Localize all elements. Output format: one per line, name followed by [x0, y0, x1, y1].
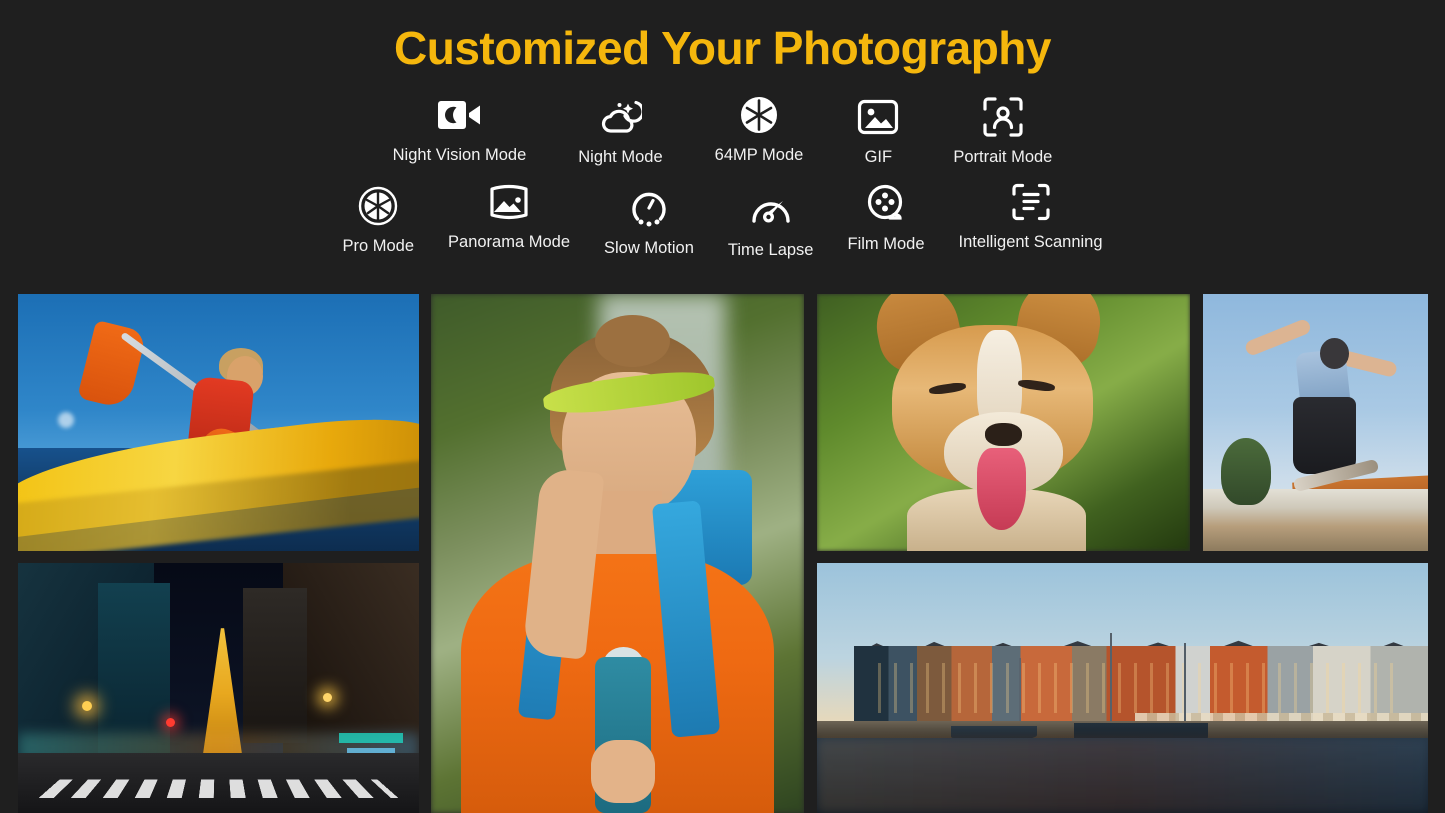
- camera-modes-section: Night Vision Mode Night Mode 64MP Mode G…: [0, 92, 1445, 260]
- mode-label: 64MP Mode: [714, 146, 804, 164]
- image-frame-icon: [855, 94, 901, 140]
- aperture-solid-icon: [736, 92, 782, 138]
- portrait-frame-icon: [980, 94, 1026, 140]
- page-title: Customized Your Photography: [394, 22, 1051, 74]
- photo-layer-mast-3: [1183, 643, 1186, 728]
- mode-label: Film Mode: [847, 235, 925, 253]
- camera-modes-row-2: Pro Mode Panorama Mode Slow Motion Time …: [0, 177, 1445, 260]
- mode-label: Night Mode: [578, 148, 663, 166]
- mode-label: Portrait Mode: [953, 148, 1053, 166]
- film-reel-icon: [863, 181, 909, 227]
- mode-time-lapse[interactable]: Time Lapse: [727, 187, 814, 260]
- photo-layer-crosswalk: [38, 779, 399, 798]
- photo-layer-window-lights: [878, 663, 1404, 713]
- night-mode-icon: [597, 94, 643, 140]
- photo-layer-hand: [591, 740, 655, 803]
- camera-modes-row-1: Night Vision Mode Night Mode 64MP Mode G…: [0, 92, 1445, 167]
- photo-layer-tree: [1221, 437, 1271, 505]
- photo-layer-legs: [1293, 396, 1356, 474]
- photo-layer-tongue: [977, 448, 1026, 531]
- photo-gallery-grid: [18, 294, 1428, 813]
- aperture-outline-icon: [355, 183, 401, 229]
- mode-gif[interactable]: GIF: [855, 94, 901, 167]
- mode-label: Panorama Mode: [448, 233, 571, 251]
- mode-64mp[interactable]: 64MP Mode: [714, 92, 804, 165]
- document-scan-icon: [1008, 179, 1054, 225]
- mode-slow-motion[interactable]: Slow Motion: [604, 185, 694, 258]
- mode-intelligent-scanning[interactable]: Intelligent Scanning: [959, 179, 1103, 252]
- photo-portrait-hiker[interactable]: [431, 294, 804, 813]
- photo-layer-neon-sign-1: [338, 733, 403, 743]
- mode-night[interactable]: Night Mode: [578, 94, 663, 167]
- photo-layer-buildings-left-2: [98, 583, 171, 753]
- mode-label: Time Lapse: [727, 241, 814, 259]
- mode-night-vision[interactable]: Night Vision Mode: [392, 92, 527, 165]
- photo-night-city-street[interactable]: [18, 563, 419, 813]
- photo-layer-mast-2: [1018, 658, 1021, 728]
- photo-skateboarder[interactable]: [1203, 294, 1428, 551]
- photo-layer-mast-1: [1110, 633, 1113, 728]
- mode-label: GIF: [864, 148, 893, 166]
- mode-film[interactable]: Film Mode: [847, 181, 925, 254]
- photo-kayaking[interactable]: [18, 294, 419, 551]
- speedometer-icon: [748, 187, 794, 233]
- photo-layer-street-lamp-1: [82, 700, 93, 711]
- mode-label: Pro Mode: [342, 237, 415, 255]
- photo-harbour-canal[interactable]: [817, 563, 1428, 813]
- slow-motion-icon: [626, 185, 672, 231]
- mode-portrait[interactable]: Portrait Mode: [953, 94, 1052, 167]
- night-vision-icon: [436, 92, 482, 138]
- mode-panorama[interactable]: Panorama Mode: [448, 179, 570, 252]
- photography-modes-page: Customized Your Photography Night Vision…: [0, 0, 1445, 813]
- mode-label: Night Vision Mode: [392, 146, 527, 164]
- photo-layer-hair-bun: [595, 314, 670, 367]
- photo-layer-nose: [984, 422, 1023, 446]
- mode-label: Intelligent Scanning: [958, 233, 1103, 251]
- photo-corgi-dog[interactable]: [817, 294, 1190, 551]
- mode-pro[interactable]: Pro Mode: [342, 183, 414, 256]
- photo-layer-head: [1320, 337, 1350, 369]
- photo-layer-street-lamp-2: [322, 693, 332, 702]
- photo-layer-buildings-right-2: [242, 588, 307, 743]
- mode-label: Slow Motion: [604, 239, 694, 257]
- photo-layer-reflection: [817, 738, 1428, 813]
- panorama-icon: [486, 179, 532, 225]
